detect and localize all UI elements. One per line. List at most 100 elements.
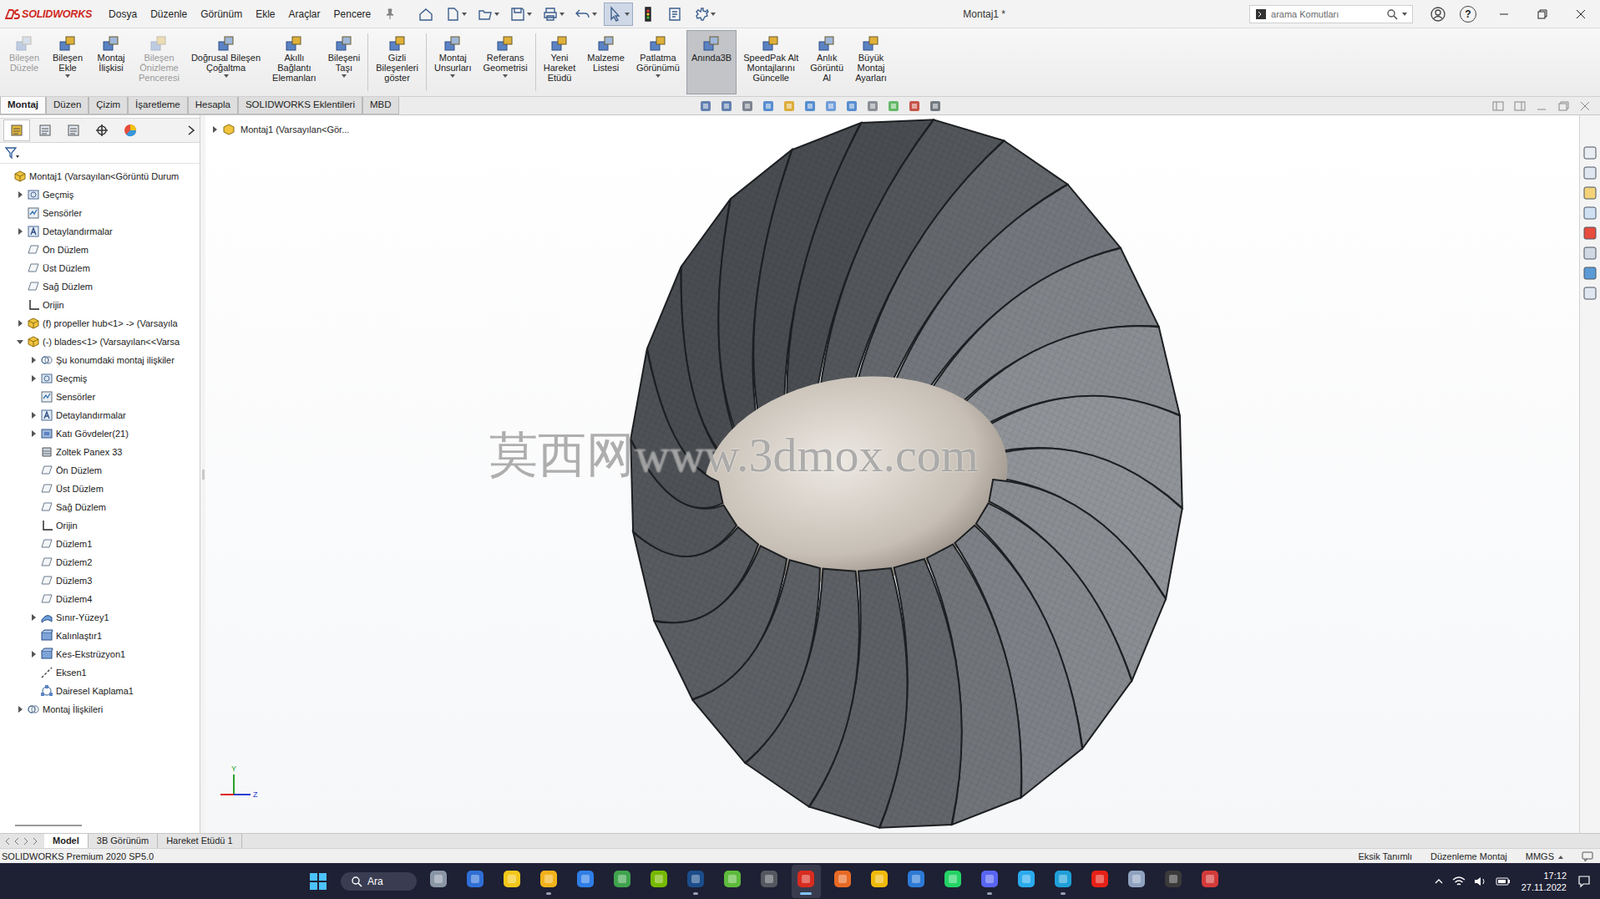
taskbar-app[interactable] <box>718 864 748 898</box>
taskbar-app[interactable] <box>607 864 638 898</box>
view-tool-icon[interactable] <box>739 98 757 114</box>
tree-item[interactable]: Düzlem1 <box>0 534 200 553</box>
view-tool-icon[interactable] <box>886 98 903 114</box>
command-button[interactable]: BileşenDüzele <box>3 30 46 95</box>
close-icon[interactable] <box>1561 0 1600 29</box>
command-button[interactable]: BileşenÖnizlemePenceresi <box>133 30 185 95</box>
tree-item[interactable]: Sağ Düzlem <box>0 497 200 517</box>
panel-tab[interactable] <box>116 119 144 142</box>
taskbar-app[interactable] <box>681 864 711 898</box>
taskbar-app[interactable] <box>1122 864 1152 898</box>
chevron-up-icon[interactable] <box>1432 875 1445 887</box>
tree-item[interactable]: Kalınlaştır1 <box>0 626 200 645</box>
view-tool-icon[interactable] <box>760 98 778 114</box>
tree-item[interactable]: Ön Düzlem <box>0 460 200 480</box>
task-pane-icon[interactable] <box>1582 205 1598 221</box>
expand-icon[interactable] <box>31 430 36 437</box>
tree-item[interactable]: Sağ Düzlem <box>0 277 200 296</box>
tree-item[interactable]: Detaylandırmalar <box>0 405 200 425</box>
breadcrumb[interactable]: Montaj1 (Varsayılan<Gör... <box>210 121 352 137</box>
tree-item[interactable]: (-) blades<1> (Varsayılan<<Varsa <box>0 332 200 351</box>
taskbar-search[interactable]: Ara <box>340 871 417 891</box>
tree-item[interactable]: Dairesel Kaplama1 <box>0 681 200 700</box>
search-box[interactable]: arama Komutları <box>1249 5 1413 24</box>
taskbar-app[interactable] <box>497 864 527 898</box>
tree-item[interactable]: Ön Düzlem <box>0 240 200 259</box>
tree-item[interactable]: Zoltek Panex 33 <box>0 442 200 461</box>
battery-icon[interactable] <box>1494 874 1512 888</box>
status-item[interactable]: Düzenleme Montaj <box>1430 850 1508 861</box>
expand-icon[interactable] <box>18 705 23 713</box>
quick-access-button[interactable] <box>571 2 601 26</box>
command-button[interactable]: SpeedPak AltMontajlarınıGüncelle <box>738 30 804 95</box>
taskbar-app[interactable] <box>1085 864 1115 898</box>
expand-icon[interactable] <box>31 374 36 382</box>
tab-scroll-icon[interactable] <box>12 835 21 846</box>
command-button[interactable]: MalzemeListesi <box>582 30 630 95</box>
pin-icon[interactable] <box>384 8 396 21</box>
panel-tab[interactable] <box>60 119 87 142</box>
view-tool-icon[interactable] <box>823 98 841 114</box>
taskbar-app[interactable] <box>901 864 932 898</box>
expand-icon[interactable] <box>31 650 36 658</box>
quick-access-button[interactable] <box>689 2 719 26</box>
bottom-tab[interactable]: 3B Görünüm <box>88 833 158 848</box>
task-pane-icon[interactable] <box>1582 185 1598 201</box>
task-pane-icon[interactable] <box>1582 165 1598 181</box>
taskbar-app[interactable] <box>534 864 564 898</box>
command-button[interactable]: YeniHareketEtüdü <box>538 30 582 95</box>
taskbar-app[interactable] <box>1159 864 1189 898</box>
tile-icon[interactable] <box>1511 98 1529 114</box>
tree-item[interactable]: Orijin <box>0 295 200 314</box>
view-tool-icon[interactable] <box>802 98 820 114</box>
filter-icon[interactable] <box>5 146 21 160</box>
tree-item[interactable]: Montaj İlişkileri <box>0 699 200 719</box>
splitter-grip[interactable] <box>202 469 205 480</box>
wifi-icon[interactable] <box>1451 874 1467 888</box>
chevron-right-icon[interactable] <box>186 123 197 137</box>
menu-item[interactable]: Düzenle <box>145 5 193 23</box>
command-tab[interactable]: Montaj <box>0 96 46 115</box>
tree-item[interactable]: Eksen1 <box>0 663 200 682</box>
tree-item[interactable]: Geçmiş <box>0 369 200 388</box>
command-button[interactable]: BileşenEkle <box>46 30 89 95</box>
bottom-tab[interactable]: Hareket Etüdü 1 <box>157 833 243 848</box>
view-tool-icon[interactable] <box>927 98 945 114</box>
quick-access-button[interactable] <box>663 2 687 26</box>
help-button[interactable]: ? <box>1459 5 1477 23</box>
horizontal-scrollbar[interactable] <box>15 824 82 826</box>
panel-tab[interactable] <box>31 119 59 142</box>
command-tab[interactable]: Hesapla <box>187 96 238 115</box>
restore-icon[interactable] <box>1554 98 1572 114</box>
tree-item[interactable]: Şu konumdaki montaj ilişkiler <box>0 350 200 370</box>
expand-icon[interactable] <box>18 227 23 235</box>
view-tool-icon[interactable] <box>718 98 736 114</box>
graphics-area[interactable]: Montaj1 (Varsayılan<Gör...莫西网www.3dmox.c… <box>205 115 1580 833</box>
status-item[interactable]: MMGS <box>1525 850 1564 861</box>
command-button[interactable]: BileşeniTaşı <box>323 30 366 95</box>
task-pane-icon[interactable] <box>1582 145 1598 161</box>
command-button[interactable]: MontajUnsurları <box>429 30 477 95</box>
clock[interactable]: 17:1227.11.2022 <box>1521 869 1567 893</box>
tree-item[interactable]: Düzlem3 <box>0 571 200 590</box>
view-tool-icon[interactable] <box>781 98 799 114</box>
tree-item[interactable]: Detaylandırmalar <box>0 222 200 241</box>
tree-item[interactable]: Orijin <box>0 516 200 535</box>
user-icon[interactable] <box>1429 5 1447 23</box>
fan-model[interactable] <box>205 115 1580 833</box>
taskbar-app[interactable] <box>1048 864 1079 898</box>
expand-icon[interactable] <box>31 411 36 419</box>
command-tab[interactable]: Çizim <box>88 96 128 115</box>
quick-access-button[interactable] <box>414 2 438 26</box>
tree-item[interactable]: Geçmiş <box>0 185 200 204</box>
quick-access-button[interactable] <box>473 2 503 26</box>
tree-item[interactable]: (f) propeller hub<1> -> (Varsayıla <box>0 313 200 333</box>
command-button[interactable]: AnlıkGörüntüAl <box>805 30 849 95</box>
quick-access-button[interactable] <box>603 2 633 26</box>
taskbar-app[interactable] <box>1195 864 1226 898</box>
tree-item[interactable]: Sensörler <box>0 387 200 406</box>
tree-item[interactable]: Montaj1 (Varsayılan<Görüntü Durum <box>0 167 200 186</box>
tab-scroll-icon[interactable] <box>21 835 31 846</box>
command-button[interactable]: ReferansGeometrisi <box>478 30 533 95</box>
view-tool-icon[interactable] <box>865 98 882 114</box>
